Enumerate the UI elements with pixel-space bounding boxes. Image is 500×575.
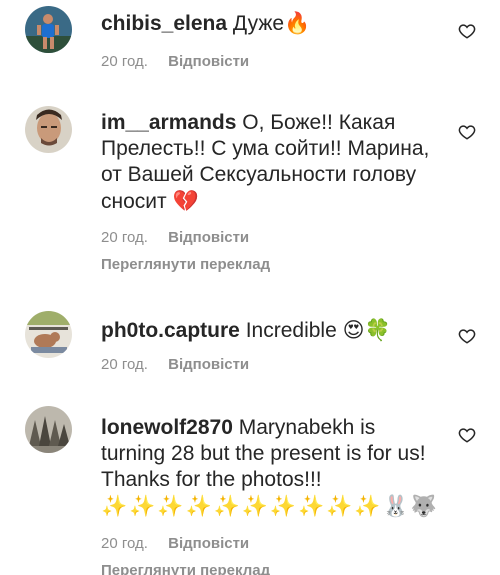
avatar[interactable]	[25, 6, 72, 53]
comment-username[interactable]: lonewolf2870	[101, 416, 233, 439]
avatar-photo-icon	[25, 406, 72, 453]
avatar[interactable]	[25, 406, 72, 453]
comment-timestamp: 20 год.	[101, 356, 148, 373]
see-translation-button[interactable]: Переглянути переклад	[101, 562, 441, 575]
avatar-photo-icon	[25, 311, 72, 358]
comment-username[interactable]: ph0to.capture	[101, 319, 240, 342]
comment-timestamp: 20 год.	[101, 53, 148, 70]
reply-button[interactable]: Відповісти	[168, 356, 249, 373]
reply-button[interactable]: Відповісти	[168, 229, 249, 246]
comment-username[interactable]: im__armands	[101, 111, 236, 134]
comment-username[interactable]: chibis_elena	[101, 12, 227, 35]
comment-emoji: 😍🍀	[342, 318, 391, 342]
comment-emoji: ✨✨✨✨✨✨✨✨✨✨🐰🐺	[101, 494, 439, 518]
avatar-photo-icon	[25, 106, 72, 153]
like-button[interactable]	[458, 426, 476, 444]
avatar[interactable]	[25, 106, 72, 153]
comment-timestamp: 20 год.	[101, 229, 148, 246]
comment-text: Incredible	[245, 319, 337, 342]
heart-outline-icon	[458, 428, 476, 443]
like-button[interactable]	[458, 22, 476, 40]
like-button[interactable]	[458, 327, 476, 345]
comments-list: chibis_elena Дуже🔥 20 год. Відповісти im…	[0, 0, 500, 575]
comment-timestamp: 20 год.	[101, 535, 148, 552]
see-translation-button[interactable]: Переглянути переклад	[101, 256, 441, 274]
reply-button[interactable]: Відповісти	[168, 53, 249, 70]
heart-outline-icon	[458, 24, 476, 39]
comment-emoji: 🔥	[284, 11, 311, 35]
reply-button[interactable]: Відповісти	[168, 535, 249, 552]
heart-outline-icon	[458, 125, 476, 140]
comment-emoji: 💔	[172, 189, 199, 213]
comment-text: Дуже	[232, 12, 285, 35]
heart-outline-icon	[458, 329, 476, 344]
avatar[interactable]	[25, 311, 72, 358]
avatar-photo-icon	[25, 6, 72, 53]
like-button[interactable]	[458, 123, 476, 141]
